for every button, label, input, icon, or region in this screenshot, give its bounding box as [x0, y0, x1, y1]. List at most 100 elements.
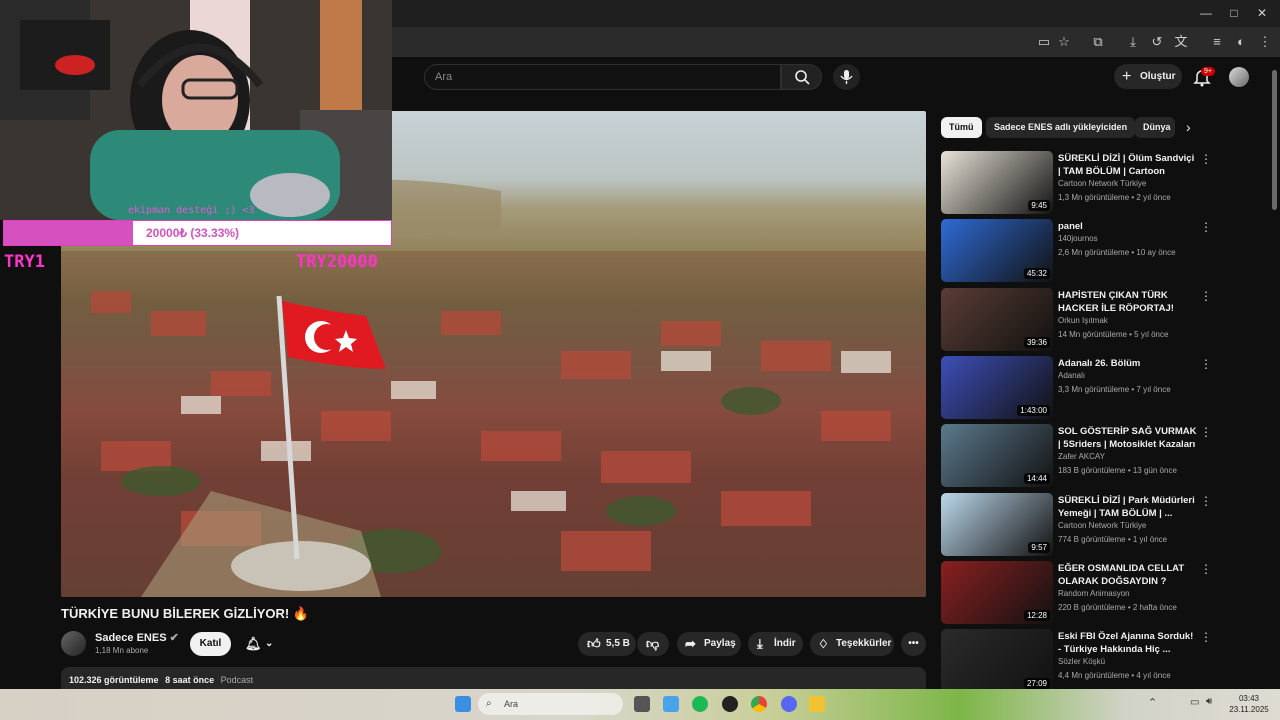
- scrollbar[interactable]: [1272, 70, 1277, 210]
- recommendation-channel[interactable]: Adanalı: [1058, 371, 1085, 380]
- recommendation-item[interactable]: 9:57 SÜREKLİ DİZİ | Park Müdürleri Yemeği…: [941, 492, 1212, 556]
- spotify-icon[interactable]: [692, 696, 708, 712]
- recommendation-channel[interactable]: Zafer AKCAY: [1058, 452, 1105, 461]
- chip-all[interactable]: Tümü: [941, 117, 982, 138]
- recommendation-title[interactable]: Adanalı 26. Bölüm: [1058, 357, 1198, 370]
- recommendation-thumbnail[interactable]: 9:45: [941, 151, 1053, 214]
- search-button[interactable]: [781, 64, 822, 90]
- recommendation-title[interactable]: SÜREKLİ DİZİ | Park Müdürleri Yemeği | T…: [1058, 494, 1198, 520]
- volume-icon[interactable]: 🔊︎: [1206, 696, 1212, 707]
- recommendation-channel[interactable]: Cartoon Network Türkiye: [1058, 521, 1146, 530]
- taskbar-clock[interactable]: 03:43 23.11.2025: [1226, 693, 1272, 715]
- more-actions-button[interactable]: •••: [901, 632, 926, 656]
- more-vertical-icon[interactable]: ⋮: [1200, 562, 1212, 576]
- description-box[interactable]: 102.326 görüntüleme 8 saat önce Podcast: [61, 667, 926, 691]
- recommendation-title[interactable]: SÜREKLİ DİZİ | Ölüm Sandviçi | TAM BÖLÜM…: [1058, 152, 1198, 179]
- recommendation-title[interactable]: SOL GÖSTERİP SAĞ VURMAK | 5Sriders | Mot…: [1058, 425, 1198, 452]
- recommendation-item[interactable]: 14:44 SOL GÖSTERİP SAĞ VURMAK | 5Sriders …: [941, 424, 1212, 488]
- recommendation-thumbnail[interactable]: 12:28: [941, 560, 1053, 624]
- recommendation-item[interactable]: 9:45 SÜREKLİ DİZİ | Ölüm Sandviçi | TAM B…: [941, 151, 1212, 214]
- recommendation-meta: 3,3 Mn görüntüleme • 7 yıl önce: [1058, 384, 1171, 394]
- more-vertical-icon[interactable]: ⋮: [1200, 494, 1212, 508]
- recommendation-meta: 220 B görüntüleme • 2 hafta önce: [1058, 602, 1177, 612]
- cast-icon[interactable]: ▭: [1035, 33, 1053, 51]
- donation-max-label: TRY20000: [296, 252, 378, 272]
- close-button[interactable]: ✕: [1252, 4, 1272, 22]
- start-icon[interactable]: [455, 696, 471, 712]
- recommendation-thumbnail[interactable]: 39:36: [941, 287, 1053, 351]
- voice-search-button[interactable]: [833, 64, 860, 90]
- discord-icon[interactable]: [781, 696, 797, 712]
- network-icon[interactable]: ▭: [1190, 697, 1199, 708]
- clock-date: 23.11.2025: [1229, 705, 1269, 714]
- chip-world[interactable]: Dünya: [1135, 117, 1175, 138]
- recommendation-item[interactable]: 1:43:00 Adanalı 26. Bölüm Adanalı 3,3 Mn gö…: [941, 355, 1212, 419]
- taskbar-search-icon: ⌕: [486, 698, 492, 709]
- store-icon[interactable]: [663, 696, 679, 712]
- recommendation-meta: 4,4 Mn görüntüleme • 4 yıl önce: [1058, 671, 1171, 681]
- reading-list-icon[interactable]: ≡: [1208, 33, 1226, 51]
- tray-chevron-icon[interactable]: ⌃: [1148, 696, 1157, 709]
- video-duration: 27:09: [1023, 678, 1050, 690]
- recommendation-item[interactable]: 27:09 Eski FBI Özel Ajanına Sorduk! - Tür…: [941, 629, 1212, 693]
- recommendation-meta: 2,6 Mn görüntüleme • 10 ay önce: [1058, 248, 1176, 258]
- more-vertical-icon[interactable]: ⋮: [1200, 357, 1212, 371]
- recommendation-thumbnail[interactable]: 14:44: [941, 424, 1053, 488]
- recommendation-channel[interactable]: 140journos: [1058, 234, 1098, 243]
- bookmark-star-icon[interactable]: ☆: [1055, 33, 1073, 51]
- task-view-icon[interactable]: [634, 696, 650, 712]
- maximize-button[interactable]: □: [1224, 4, 1244, 22]
- recommendation-thumbnail[interactable]: 9:57: [941, 492, 1053, 556]
- recommendation-channel[interactable]: Random Animasyon: [1058, 589, 1130, 598]
- recommendation-title[interactable]: EĞER OSMANLIDA CELLAT OLARAK DOĞSAYDIN ?: [1058, 562, 1198, 588]
- chevron-right-icon[interactable]: ›: [1186, 119, 1191, 135]
- recommendation-item[interactable]: 45:32 panel 140journos 2,6 Mn görüntüleme •…: [941, 219, 1212, 283]
- extensions-icon[interactable]: ⧉: [1089, 33, 1107, 51]
- share-label: Paylaş: [704, 638, 736, 649]
- subscribe-bell-button[interactable]: 🔔︎ ⌄: [239, 632, 282, 656]
- video-duration: 45:32: [1023, 268, 1050, 280]
- share-button[interactable]: ➦ Paylaş: [677, 632, 741, 656]
- like-button[interactable]: 👍︎ 5,5 B: [578, 632, 636, 656]
- more-vertical-icon[interactable]: ⋮: [1200, 425, 1212, 439]
- obs-icon[interactable]: [722, 696, 738, 712]
- more-vertical-icon[interactable]: ⋮: [1200, 630, 1212, 644]
- recommendation-title[interactable]: Eski FBI Özel Ajanına Sorduk! - Türkiye …: [1058, 630, 1198, 656]
- account-avatar[interactable]: [1229, 67, 1249, 87]
- download-icon[interactable]: ⤓: [1124, 33, 1142, 51]
- donation-progress-text: 20000₺ (33.33%): [146, 226, 240, 240]
- taskbar-search[interactable]: ⌕ Ara: [478, 693, 623, 715]
- channel-name[interactable]: Sadece ENES ✔: [95, 631, 179, 644]
- browser-menu-icon[interactable]: ⋮: [1256, 33, 1274, 51]
- chip-from-uploader[interactable]: Sadece ENES adlı yükleyiciden: [986, 117, 1136, 138]
- download-button[interactable]: ⤓ İndir: [748, 632, 803, 656]
- profile-icon[interactable]: ◐: [1232, 33, 1250, 51]
- recommendation-thumbnail[interactable]: 45:32: [941, 219, 1053, 283]
- recommendation-channel[interactable]: Cartoon Network Türkiye: [1058, 179, 1146, 188]
- recommendation-item[interactable]: 12:28 EĞER OSMANLIDA CELLAT OLARAK DOĞSAY…: [941, 560, 1212, 624]
- taskbar-search-label: Ara: [504, 699, 519, 709]
- minimize-button[interactable]: —: [1196, 4, 1216, 22]
- recommendation-title[interactable]: HAPİSTEN ÇIKAN TÜRK HACKER İLE RÖPORTAJ!: [1058, 289, 1198, 315]
- more-vertical-icon[interactable]: ⋮: [1200, 289, 1212, 303]
- thanks-button[interactable]: ♢ Teşekkürler: [810, 632, 894, 656]
- chevron-down-icon: ⌄: [265, 638, 274, 649]
- dislike-button[interactable]: 👎︎: [637, 632, 669, 656]
- join-button[interactable]: Katıl: [190, 632, 231, 656]
- more-vertical-icon[interactable]: ⋮: [1200, 152, 1212, 166]
- recommendation-title[interactable]: panel: [1058, 220, 1198, 233]
- history-icon[interactable]: ↺: [1148, 33, 1166, 51]
- recommendation-channel[interactable]: Sözler Köşkü: [1058, 657, 1105, 666]
- file-explorer-icon[interactable]: [809, 696, 825, 712]
- translate-icon[interactable]: 文: [1172, 33, 1190, 51]
- more-vertical-icon[interactable]: ⋮: [1200, 220, 1212, 234]
- recommendation-item[interactable]: 39:36 HAPİSTEN ÇIKAN TÜRK HACKER İLE RÖPO…: [941, 287, 1212, 351]
- create-button[interactable]: + Oluştur: [1114, 64, 1182, 89]
- recommendation-channel[interactable]: Orkun Işıtmak: [1058, 316, 1108, 325]
- recommendation-thumbnail[interactable]: 1:43:00: [941, 355, 1053, 419]
- recommendation-thumbnail[interactable]: 27:09: [941, 629, 1053, 693]
- channel-avatar[interactable]: [61, 631, 86, 656]
- search-input[interactable]: Ara: [424, 64, 781, 90]
- donation-progress-fill: [4, 221, 133, 245]
- chrome-icon[interactable]: [751, 696, 767, 712]
